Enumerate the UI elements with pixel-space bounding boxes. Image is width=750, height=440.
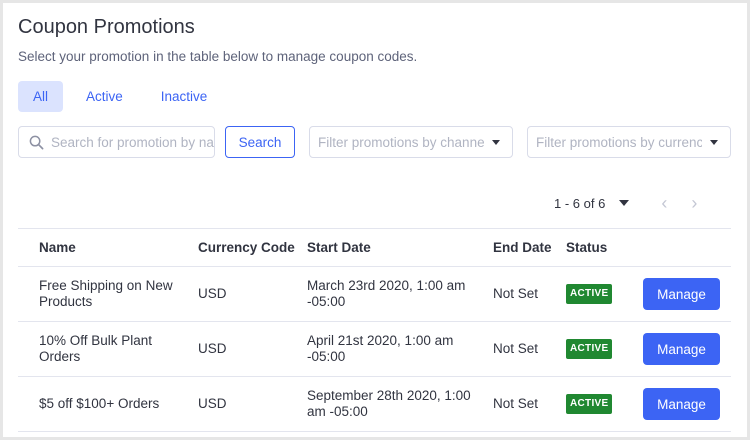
end-date: Not Set [479, 266, 555, 322]
column-header-currency[interactable]: Currency Code [186, 228, 296, 267]
coupon-promotions-panel: Coupon Promotions Select your promotion … [3, 3, 747, 437]
search-button[interactable]: Search [225, 126, 295, 158]
status-badge: ACTIVE [566, 339, 613, 359]
column-header-actions [622, 228, 731, 267]
status-cell: ACTIVE [555, 376, 622, 432]
start-date: April 21st 2020, 1:00 am -05:00 [296, 321, 479, 377]
column-header-start-date[interactable]: Start Date [296, 228, 479, 267]
status-badge: ACTIVE [566, 284, 613, 304]
currency-code: USD [186, 376, 296, 432]
tab-active[interactable]: Active [71, 81, 138, 112]
currency-code: USD [186, 266, 296, 322]
table-row: Free Shipping on New Products USD March … [18, 266, 731, 322]
actions-cell: Manage [622, 321, 731, 377]
chevron-right-icon[interactable]: › [685, 193, 703, 214]
manage-button[interactable]: Manage [643, 278, 720, 310]
status-cell: ACTIVE [555, 321, 622, 377]
pagination: 1 - 6 of 6 ‹ › [554, 193, 715, 213]
chevron-left-icon[interactable]: ‹ [655, 193, 673, 214]
status-tabs: All Active Inactive [18, 81, 230, 112]
table-header-row: Name Currency Code Start Date End Date S… [18, 228, 731, 267]
currency-filter-placeholder: Filter promotions by currency [536, 134, 702, 150]
actions-cell: Manage [622, 376, 731, 432]
channel-filter-placeholder: Filter promotions by channel [318, 134, 484, 150]
end-date: Not Set [479, 376, 555, 432]
start-date: March 23rd 2020, 1:00 am -05:00 [296, 266, 479, 322]
currency-filter-select[interactable]: Filter promotions by currency [527, 126, 731, 158]
pagination-range: 1 - 6 of 6 [554, 195, 606, 211]
search-placeholder: Search for promotion by name [51, 134, 214, 150]
column-header-end-date[interactable]: End Date [479, 228, 555, 267]
promotions-table: Name Currency Code Start Date End Date S… [18, 228, 731, 432]
manage-button[interactable]: Manage [643, 333, 720, 365]
chevron-down-icon [710, 139, 718, 145]
tab-all[interactable]: All [18, 81, 64, 112]
status-badge: ACTIVE [566, 394, 613, 414]
page-title: Coupon Promotions [18, 16, 195, 38]
search-input[interactable]: Search for promotion by name [18, 126, 215, 158]
promotion-name: $5 off $100+ Orders [18, 376, 186, 432]
chevron-down-icon [492, 139, 500, 145]
end-date: Not Set [479, 321, 555, 377]
actions-cell: Manage [622, 266, 731, 322]
table-row: $5 off $100+ Orders USD September 28th 2… [18, 376, 731, 432]
page-subtitle: Select your promotion in the table below… [18, 49, 418, 64]
currency-code: USD [186, 321, 296, 377]
page-size-dropdown-icon[interactable] [619, 200, 630, 206]
manage-button[interactable]: Manage [643, 388, 720, 420]
status-cell: ACTIVE [555, 266, 622, 322]
column-header-name[interactable]: Name [18, 228, 186, 267]
start-date: September 28th 2020, 1:00 am -05:00 [296, 376, 479, 432]
table-row: 10% Off Bulk Plant Orders USD April 21st… [18, 321, 731, 377]
search-icon [29, 135, 44, 149]
channel-filter-select[interactable]: Filter promotions by channel [309, 126, 513, 158]
column-header-status[interactable]: Status [555, 228, 622, 267]
promotion-name: 10% Off Bulk Plant Orders [18, 321, 186, 377]
promotion-name: Free Shipping on New Products [18, 266, 186, 322]
tab-inactive[interactable]: Inactive [146, 81, 223, 112]
